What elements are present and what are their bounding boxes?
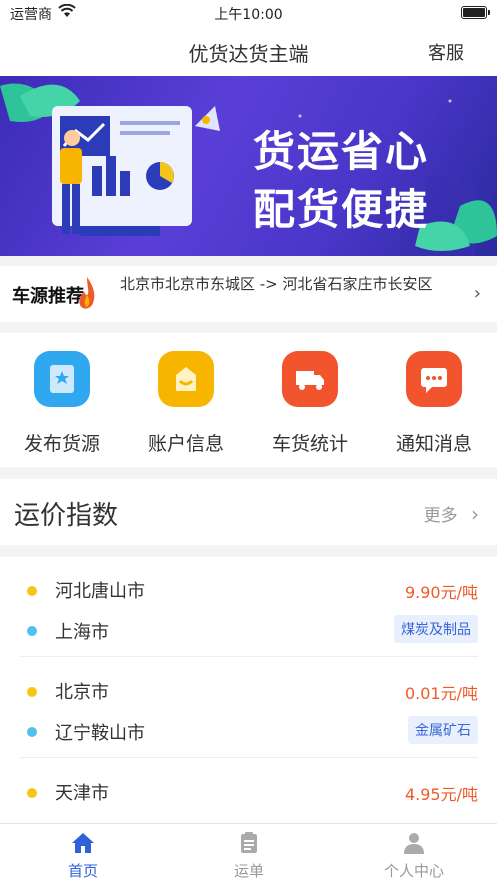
origin-city: 北京市 [55,682,109,703]
menu-publish-cargo[interactable]: 发布货源 [0,351,124,456]
battery-icon [461,6,490,19]
cargo-type-badge: 金属矿石 [408,716,478,744]
home-icon [71,833,95,858]
section-title: 运价指数 [14,501,119,531]
page-title: 优货达货主端 [188,42,309,66]
truck-icon [282,351,338,407]
origin-city: 天津市 [55,783,109,804]
list-item[interactable]: 天津市 4.95元/吨 [20,759,478,823]
quick-menu: 发布货源 账户信息 车货统计 通知消息 [0,333,497,467]
tab-profile[interactable]: 个人中心 [331,832,497,881]
status-bar: 运营商 上午10:00 [0,0,497,26]
list-item[interactable]: 河北唐山市 上海市 9.90元/吨 煤炭及制品 [20,557,478,657]
chevron-right-icon: › [471,502,479,526]
customer-service-button[interactable]: 客服 [428,39,464,65]
menu-notifications[interactable]: 通知消息 [372,351,496,456]
origin-dot-icon [27,586,37,596]
tab-label: 运单 [233,862,264,880]
message-icon [406,351,462,407]
recommend-tag: 车源推荐 [12,286,84,307]
more-link[interactable]: 更多 › [424,501,479,526]
menu-account-info[interactable]: 账户信息 [124,351,248,456]
destination-dot-icon [27,626,37,636]
tab-label: 个人中心 [383,862,444,880]
more-label: 更多 [423,506,458,526]
person-icon [403,833,425,858]
price: 0.01元/吨 [404,684,478,703]
freight-list: 河北唐山市 上海市 9.90元/吨 煤炭及制品 北京市 辽宁鞍山市 0.01元/… [0,557,497,823]
banner-headline-1: 货运省心 [252,127,429,176]
vehicle-recommendation[interactable]: 车源推荐 北京市北京市东城区 -> 河北省石家庄市长安区 › [0,266,497,322]
menu-label: 通知消息 [395,433,472,455]
recommend-route: 北京市北京市东城区 -> 河北省石家庄市长安区 [120,275,433,293]
cargo-type-badge: 煤炭及制品 [394,615,478,643]
menu-label: 账户信息 [147,433,224,455]
nav-bar: 优货达货主端 客服 [0,26,497,76]
price: 4.95元/吨 [404,785,478,804]
tab-waybill[interactable]: 运单 [166,832,332,881]
menu-label: 车货统计 [271,433,348,455]
destination-dot-icon [27,727,37,737]
origin-city: 河北唐山市 [55,581,145,602]
chevron-right-icon: › [473,283,481,304]
list-item[interactable]: 北京市 辽宁鞍山市 0.01元/吨 金属矿石 [20,658,478,758]
tab-bar: 首页 运单 个人中心 [0,823,497,883]
tab-label: 首页 [67,862,98,880]
flame-icon [78,277,96,315]
waybill-icon [238,832,260,858]
freight-index-header: 运价指数 更多 › [0,479,497,545]
price: 9.90元/吨 [404,583,478,602]
menu-vehicle-stats[interactable]: 车货统计 [248,351,372,456]
banner-headline-2: 配货便捷 [252,185,429,234]
tab-home[interactable]: 首页 [0,832,166,881]
publish-icon [34,351,90,407]
promo-banner[interactable]: 货运省心 配货便捷 [0,76,497,256]
origin-dot-icon [27,788,37,798]
origin-dot-icon [27,687,37,697]
menu-label: 发布货源 [23,433,100,455]
destination-city: 上海市 [55,622,109,643]
destination-city: 辽宁鞍山市 [55,723,145,744]
clock: 上午10:00 [214,7,283,23]
account-icon [158,351,214,407]
